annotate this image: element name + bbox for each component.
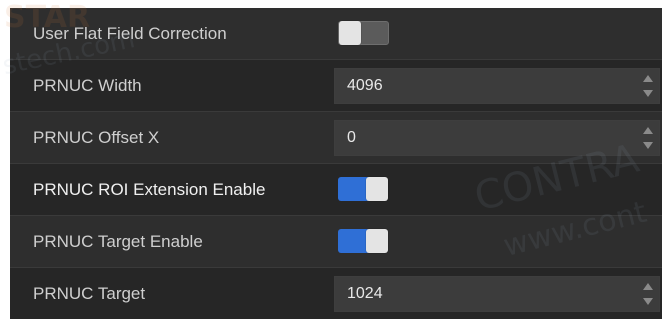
prnuc-width-spinbox[interactable]: 4096 <box>334 68 660 104</box>
row-prnuc-target: PRNUC Target 1024 <box>10 268 662 319</box>
toggle-knob <box>366 229 388 253</box>
spinbox-value: 0 <box>347 129 356 146</box>
spinbox-value: 4096 <box>347 77 383 94</box>
spinbox-arrows <box>643 283 653 305</box>
user-flat-field-correction-toggle[interactable] <box>338 21 389 45</box>
row-label: PRNUC Target Enable <box>33 232 203 251</box>
increment-arrow-icon[interactable] <box>643 283 653 290</box>
spinbox-arrows <box>643 127 653 149</box>
row-prnuc-target-enable: PRNUC Target Enable <box>10 216 662 267</box>
row-label: PRNUC ROI Extension Enable <box>33 180 266 199</box>
toggle-knob <box>366 177 388 201</box>
prnuc-target-spinbox[interactable]: 1024 <box>334 276 660 312</box>
row-label: User Flat Field Correction <box>33 24 227 43</box>
prnuc-target-enable-toggle[interactable] <box>338 229 389 253</box>
row-prnuc-width: PRNUC Width 4096 <box>10 60 662 111</box>
row-prnuc-roi-extension-enable: PRNUC ROI Extension Enable <box>10 164 662 215</box>
increment-arrow-icon[interactable] <box>643 75 653 82</box>
spinbox-value: 1024 <box>347 285 383 302</box>
prnuc-roi-extension-enable-toggle[interactable] <box>338 177 389 201</box>
row-label: PRNUC Width <box>33 76 142 95</box>
row-prnuc-offset-x: PRNUC Offset X 0 <box>10 112 662 163</box>
increment-arrow-icon[interactable] <box>643 127 653 134</box>
decrement-arrow-icon[interactable] <box>643 298 653 305</box>
row-label: PRNUC Target <box>33 284 146 303</box>
row-user-flat-field-correction: User Flat Field Correction <box>10 8 662 59</box>
decrement-arrow-icon[interactable] <box>643 90 653 97</box>
feature-panel: User Flat Field Correction PRNUC Width 4… <box>10 8 662 319</box>
row-label: PRNUC Offset X <box>33 128 160 147</box>
spinbox-arrows <box>643 75 653 97</box>
toggle-knob <box>339 21 361 45</box>
prnuc-offset-x-spinbox[interactable]: 0 <box>334 120 660 156</box>
decrement-arrow-icon[interactable] <box>643 142 653 149</box>
